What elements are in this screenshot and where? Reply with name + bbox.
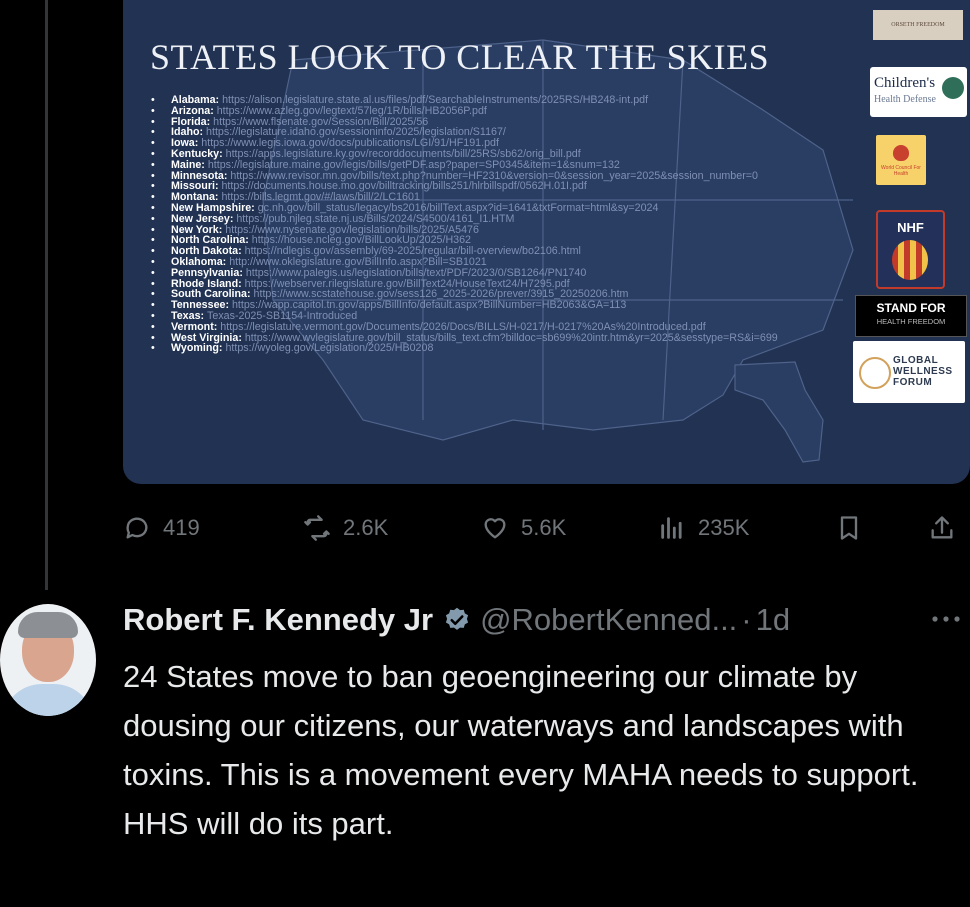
- post-header: Robert F. Kennedy Jr @RobertKenned... · …: [123, 602, 790, 638]
- author-handle[interactable]: @RobertKenned...: [480, 602, 737, 638]
- thread-connector-line: [45, 0, 48, 590]
- views-count: 235K: [698, 515, 750, 540]
- stand-logo-line2: HEALTH FREEDOM: [876, 317, 946, 326]
- bookmark-button[interactable]: [835, 510, 863, 546]
- views-chart-icon: [661, 517, 682, 539]
- chd-logo-subtitle: Health Defense: [874, 94, 936, 105]
- global-wellness-forum-logo: GLOBAL WELLNESS FORUM: [853, 341, 965, 403]
- repost-count: 2.6K: [343, 515, 389, 540]
- post-timestamp[interactable]: 1d: [756, 602, 790, 638]
- more-options-icon[interactable]: [930, 614, 962, 624]
- flower-icon: [859, 357, 891, 389]
- card-title: STATES LOOK TO CLEAR THE SKIES: [150, 37, 770, 77]
- verified-badge-icon[interactable]: [443, 606, 471, 634]
- state-list: Alabama: https://alison.legislature.stat…: [151, 95, 778, 354]
- bookmark-icon: [840, 516, 858, 540]
- stand-for-health-freedom-logo: STAND FOR HEALTH FREEDOM: [855, 295, 967, 337]
- views-button[interactable]: 235K: [658, 510, 749, 546]
- freedom-logo-text: ORSETH FREEDOM: [891, 22, 945, 28]
- like-button[interactable]: 5.6K: [481, 510, 566, 546]
- nhf-logo-text: NHF: [897, 220, 924, 235]
- author-name[interactable]: Robert F. Kennedy Jr: [123, 602, 433, 638]
- avatar-shirt: [2, 684, 94, 716]
- childrens-health-defense-logo: Children's Health Defense: [870, 67, 967, 117]
- reply-count: 419: [163, 515, 200, 540]
- share-button[interactable]: [928, 510, 956, 546]
- separator-dot: ·: [741, 602, 752, 637]
- post-text: 24 States move to ban geoengineering our…: [123, 659, 919, 841]
- repost-button[interactable]: 2.6K: [303, 510, 388, 546]
- stand-logo-line1: STAND FOR: [876, 301, 946, 315]
- state-name: Wyoming:: [171, 342, 226, 355]
- flag-icon: [892, 240, 928, 280]
- gwf-logo-text: GLOBAL WELLNESS FORUM: [893, 355, 953, 388]
- post-media-image[interactable]: STATES LOOK TO CLEAR THE SKIES Alabama: …: [123, 0, 970, 484]
- avatar[interactable]: [0, 604, 96, 716]
- chd-logo-title: Children's: [874, 75, 936, 91]
- like-count: 5.6K: [521, 515, 567, 540]
- apple-icon: [893, 145, 909, 161]
- share-icon: [931, 516, 953, 539]
- nhf-logo: NHF: [876, 210, 945, 289]
- world-council-for-health-logo: World Council For Health: [876, 135, 926, 185]
- heart-icon: [484, 518, 506, 539]
- state-list-item: Wyoming: https://wyoleg.gov/Legislation/…: [151, 343, 778, 354]
- freedom-logo: ORSETH FREEDOM: [873, 10, 963, 40]
- state-bill-link: https://wyoleg.gov/Legislation/2025/HB02…: [225, 342, 434, 355]
- reply-icon: [126, 517, 148, 539]
- post-action-bar: 419 2.6K 5.6K 235K: [123, 510, 970, 546]
- globe-icon: [942, 77, 964, 99]
- reply-button[interactable]: 419: [123, 510, 200, 546]
- avatar-hair: [18, 612, 78, 638]
- repost-icon: [304, 515, 330, 541]
- wch-logo-text: World Council For Health: [881, 165, 921, 177]
